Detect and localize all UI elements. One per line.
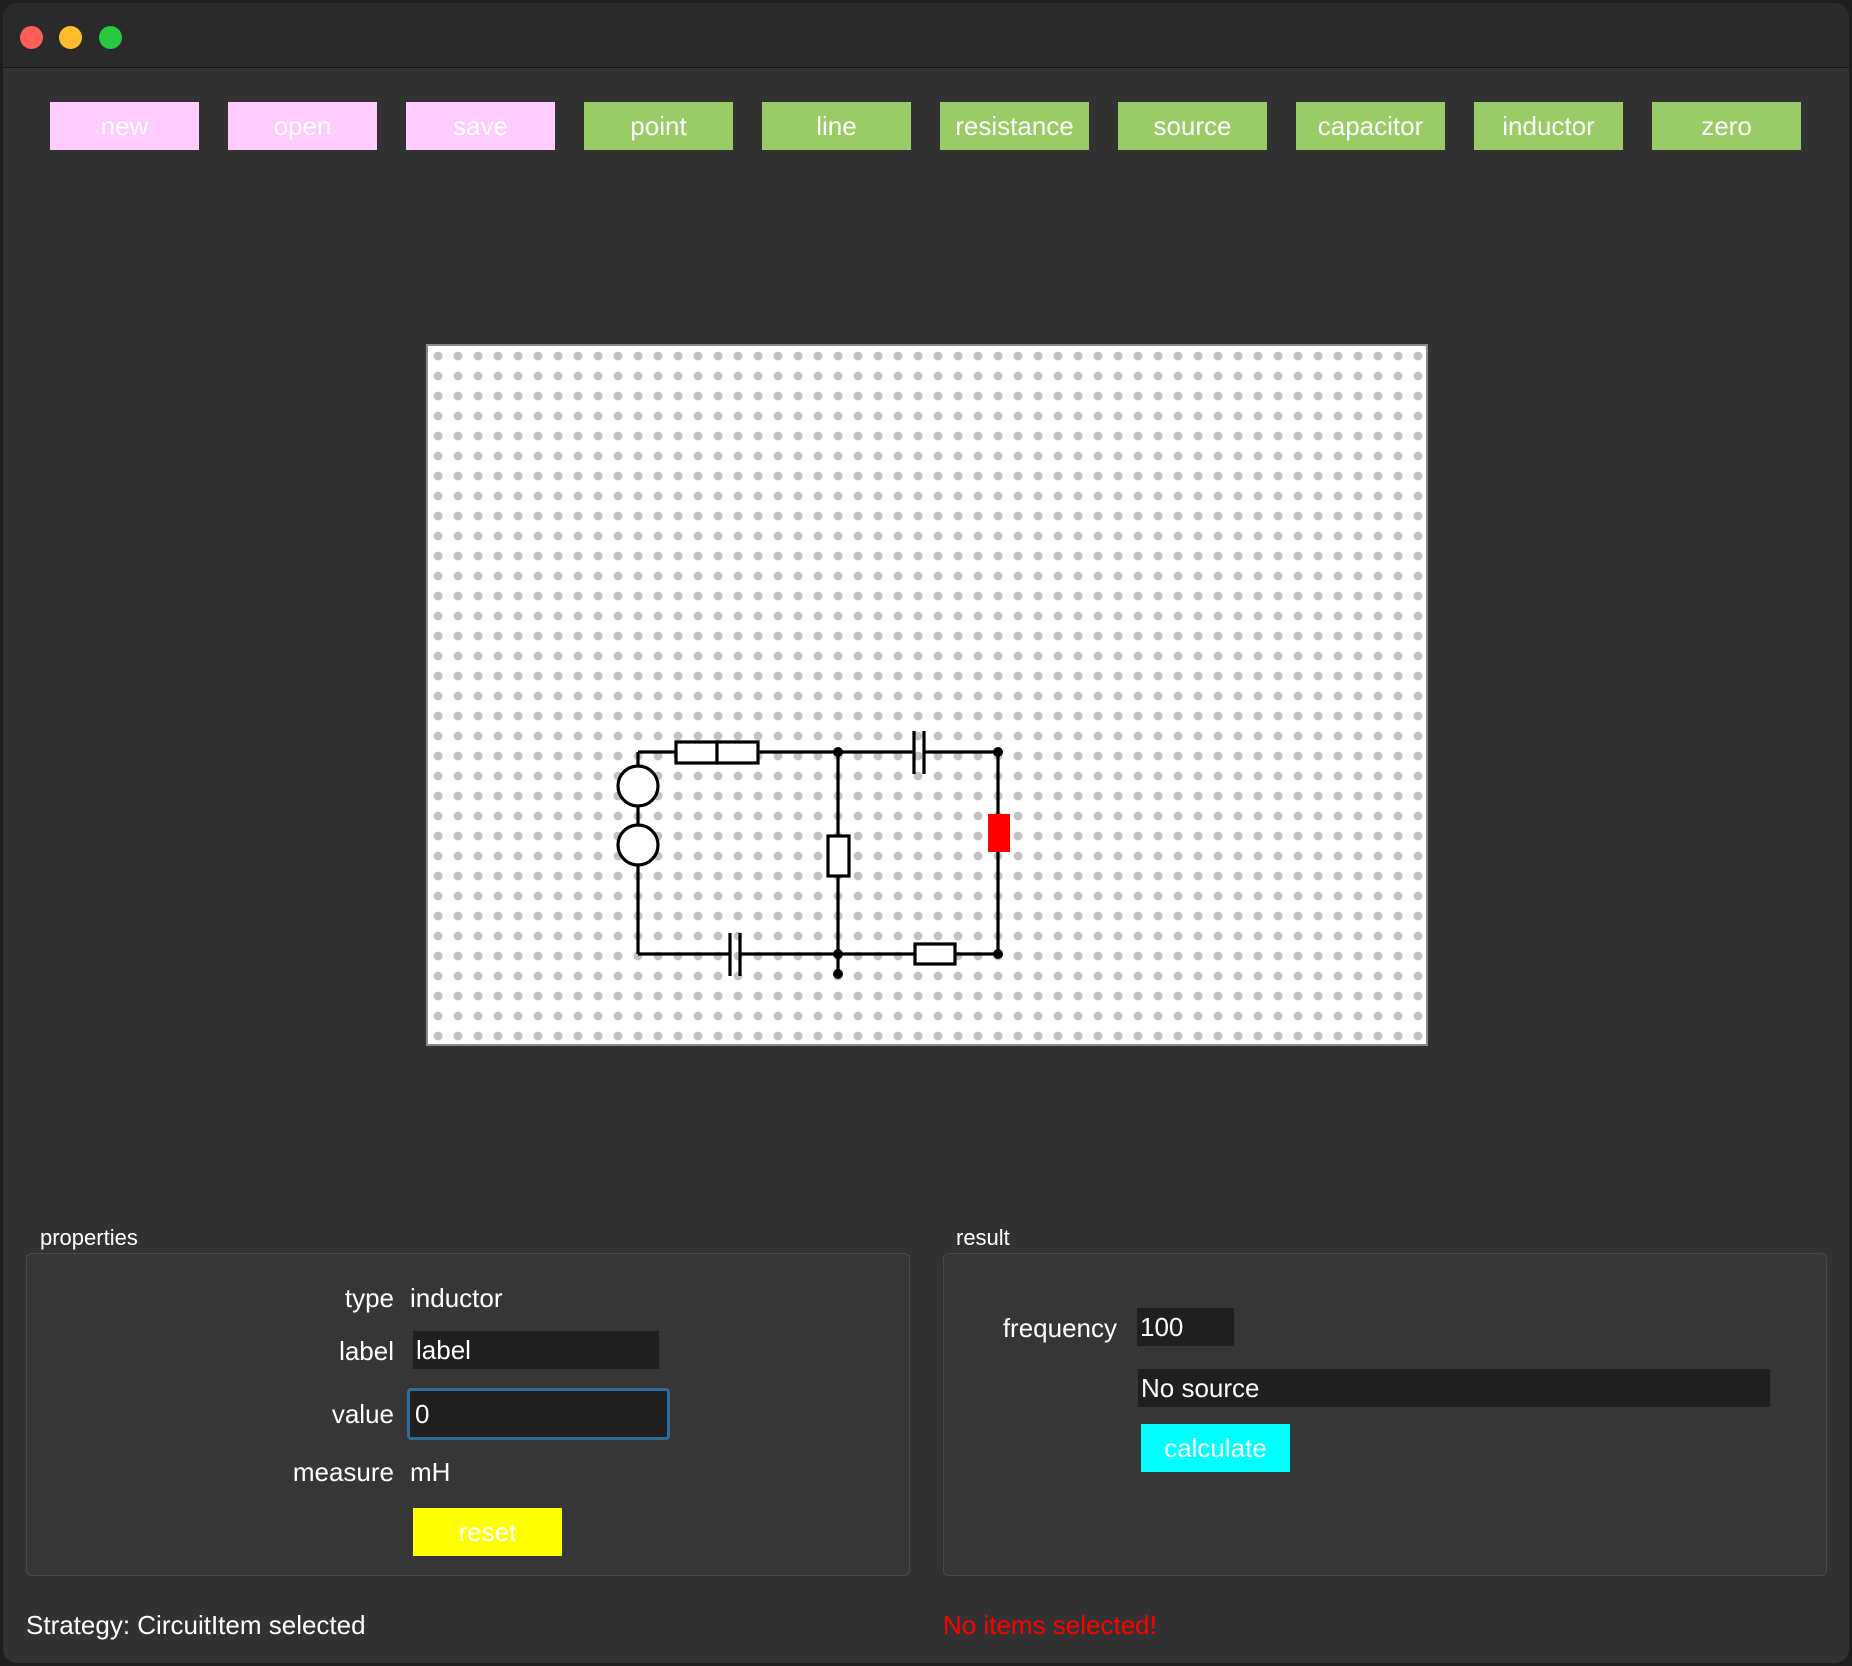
title-bar (3, 3, 1849, 68)
circuit-canvas[interactable] (426, 344, 1428, 1046)
maximize-window-button[interactable] (99, 26, 122, 49)
result-title: result (956, 1225, 1010, 1250)
line-tool-button[interactable]: line (762, 102, 911, 150)
properties-title: properties (40, 1225, 138, 1250)
strategy-status: Strategy: CircuitItem selected (26, 1610, 366, 1640)
frequency-label: frequency (1002, 1313, 1117, 1343)
selection-error-message: No items selected! (943, 1610, 1157, 1640)
resistor-middle[interactable] (826, 834, 851, 878)
label-label: label (339, 1336, 394, 1366)
capacitor-tool-button[interactable]: capacitor (1296, 102, 1445, 150)
zero-tool-button[interactable]: zero (1652, 102, 1801, 150)
circuit-drawing[interactable] (428, 346, 1426, 1044)
type-value: inductor (410, 1283, 503, 1313)
calculate-button[interactable]: calculate (1141, 1424, 1290, 1472)
reset-button[interactable]: reset (413, 1508, 562, 1556)
app-window: new open save point line resistance sour… (3, 3, 1849, 1663)
inductor-selected[interactable] (988, 814, 1010, 852)
save-button[interactable]: save (406, 102, 555, 150)
frequency-input[interactable] (1137, 1308, 1234, 1346)
result-output: No source (1138, 1369, 1770, 1407)
type-label: type (344, 1283, 394, 1313)
value-label: value (331, 1399, 394, 1429)
resistance-tool-button[interactable]: resistance (940, 102, 1089, 150)
value-input[interactable] (407, 1388, 670, 1440)
measure-value: mH (410, 1457, 451, 1487)
point-tool-button[interactable]: point (584, 102, 733, 150)
open-button[interactable]: open (228, 102, 377, 150)
inductor-tool-button[interactable]: inductor (1474, 102, 1623, 150)
close-window-button[interactable] (20, 26, 43, 49)
dot-grid (428, 346, 1426, 1044)
measure-label: measure (292, 1457, 394, 1487)
label-input[interactable] (413, 1331, 659, 1369)
resistor-bottom[interactable] (913, 942, 957, 966)
resistor-top[interactable] (674, 740, 760, 765)
minimize-window-button[interactable] (59, 26, 82, 49)
new-button[interactable]: new (50, 102, 199, 150)
result-panel (943, 1253, 1827, 1576)
source-tool-button[interactable]: source (1118, 102, 1267, 150)
